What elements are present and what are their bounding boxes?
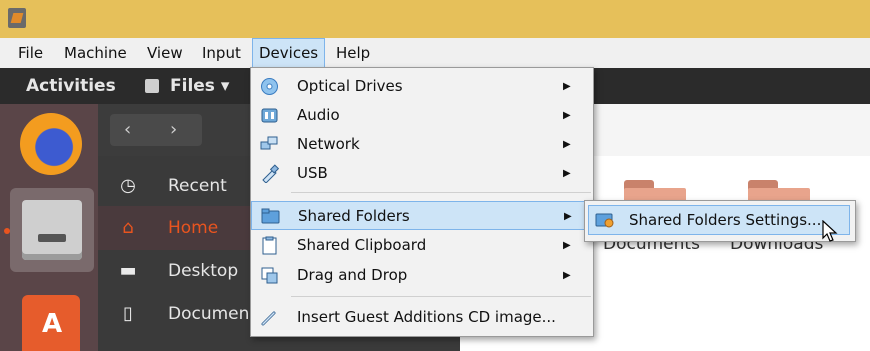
- files-header-bar-right: [590, 104, 870, 156]
- menu-machine[interactable]: Machine: [58, 38, 133, 68]
- submenu-arrow-icon: ▶: [563, 110, 571, 121]
- vm-title-bar: [0, 0, 870, 38]
- drag-drop-icon: [260, 266, 279, 285]
- home-icon: ⌂: [122, 217, 134, 238]
- menu-item-network[interactable]: Network ▶: [251, 130, 591, 159]
- forward-button[interactable]: ›: [170, 114, 177, 146]
- clock-icon: ◷: [120, 175, 136, 196]
- guest-additions-icon: [260, 308, 279, 327]
- shared-folder-icon: [261, 207, 280, 226]
- virtualbox-logo-icon: [8, 8, 26, 28]
- menu-separator: [291, 296, 591, 297]
- network-icon: [260, 135, 279, 154]
- app-menu[interactable]: Files ▾: [170, 68, 229, 104]
- submenu-arrow-icon: ▶: [563, 270, 571, 281]
- submenu-arrow-icon: ▶: [563, 168, 571, 179]
- menu-devices[interactable]: Devices: [252, 38, 326, 68]
- devices-menu: Optical Drives ▶ Audio ▶ Network ▶ USB ▶…: [250, 67, 594, 337]
- activities-button[interactable]: Activities: [26, 68, 116, 104]
- submenu-arrow-icon: ▶: [564, 211, 572, 222]
- menu-view[interactable]: View: [141, 38, 189, 68]
- menu-item-optical-drives[interactable]: Optical Drives ▶: [251, 72, 591, 101]
- menu-item-label: Insert Guest Additions CD image...: [297, 308, 556, 326]
- menu-item-insert-guest-additions[interactable]: Insert Guest Additions CD image...: [251, 303, 591, 332]
- submenu-arrow-icon: ▶: [563, 81, 571, 92]
- files-icon[interactable]: [22, 200, 82, 260]
- optical-drive-icon: [260, 77, 279, 96]
- back-button[interactable]: ‹: [124, 114, 131, 146]
- shared-folders-settings-item[interactable]: Shared Folders Settings...: [588, 205, 850, 235]
- menu-item-label: Audio: [297, 106, 340, 124]
- sidebar-item-label: Documen: [168, 304, 250, 324]
- audio-icon: [260, 106, 279, 125]
- menu-input[interactable]: Input: [196, 38, 247, 68]
- menu-help[interactable]: Help: [330, 38, 376, 68]
- sidebar-item-label: Home: [168, 218, 219, 238]
- menu-item-label: USB: [297, 164, 328, 182]
- files-app-icon: [145, 79, 159, 93]
- menu-file[interactable]: File: [12, 38, 49, 68]
- usb-icon: [260, 164, 280, 184]
- running-indicator: [4, 228, 10, 234]
- menu-item-drag-and-drop[interactable]: Drag and Drop ▶: [251, 261, 591, 290]
- folder-icon: ▬: [119, 260, 137, 281]
- shared-folder-settings-icon: [595, 211, 615, 229]
- menu-item-label: Shared Folders: [298, 207, 410, 225]
- document-icon: ▯: [123, 303, 133, 324]
- sidebar-item-label: Recent: [168, 176, 227, 196]
- menu-item-usb[interactable]: USB ▶: [251, 159, 591, 188]
- menu-separator: [291, 192, 591, 193]
- mouse-cursor-icon: [822, 220, 838, 242]
- menu-item-shared-clipboard[interactable]: Shared Clipboard ▶: [251, 231, 591, 260]
- menu-item-label: Network: [297, 135, 360, 153]
- menu-item-label: Drag and Drop: [297, 266, 408, 284]
- submenu-item-label: Shared Folders Settings...: [629, 211, 822, 229]
- menu-item-audio[interactable]: Audio ▶: [251, 101, 591, 130]
- submenu-arrow-icon: ▶: [563, 139, 571, 150]
- menu-item-shared-folders[interactable]: Shared Folders ▶: [251, 201, 591, 230]
- menu-item-label: Shared Clipboard: [297, 236, 427, 254]
- menu-item-label: Optical Drives: [297, 77, 403, 95]
- software-store-icon[interactable]: [22, 295, 80, 351]
- nav-buttons: ‹ ›: [110, 114, 202, 146]
- submenu-arrow-icon: ▶: [563, 240, 571, 251]
- sidebar-item-label: Desktop: [168, 261, 239, 281]
- firefox-icon[interactable]: [20, 113, 82, 175]
- vm-menubar: File Machine View Input Devices Help: [0, 38, 870, 68]
- clipboard-icon: [260, 236, 279, 255]
